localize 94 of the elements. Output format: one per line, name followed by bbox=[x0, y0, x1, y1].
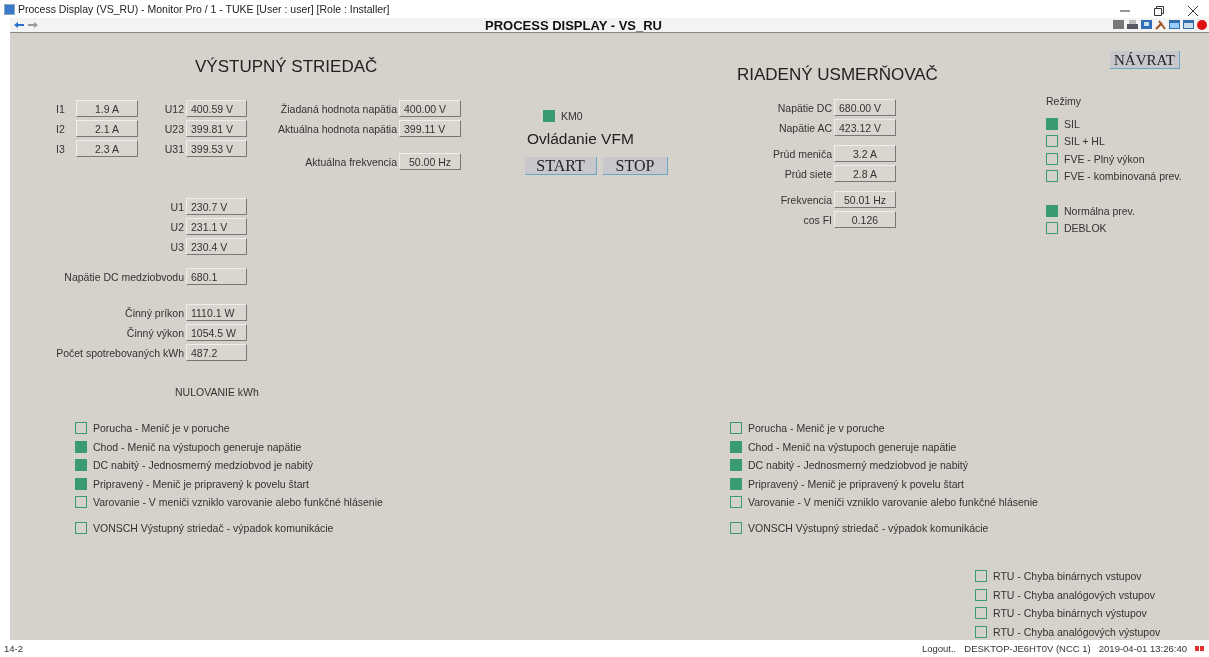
section-title: VÝSTUPNÝ STRIEDAČ bbox=[195, 57, 378, 77]
value-field: 231.1 V bbox=[186, 218, 247, 235]
status-label: RTU - Chyba analógových vstupov bbox=[993, 588, 1156, 601]
status-label: DC nabitý - Jednosmerný medziobvod je nabitý bbox=[748, 459, 969, 472]
logout-link[interactable]: Logout.. bbox=[921, 643, 957, 654]
start-button[interactable]: START bbox=[525, 157, 597, 175]
status-label: Pripravený - Menič je pripravený k povelu štart bbox=[748, 477, 964, 490]
field-label: U12 bbox=[163, 102, 184, 115]
window-title: Process Display (VS_RU) - Monitor Pro / 1 - TUKE [User : user] [Role : Installer] bbox=[18, 3, 390, 15]
modes-title: Režimy bbox=[1046, 95, 1082, 107]
status-text: 14-2 bbox=[4, 643, 23, 654]
control-title: Ovládanie VFM bbox=[527, 130, 634, 148]
value-field: 2.3 A bbox=[76, 140, 138, 157]
forward-arrow-icon[interactable] bbox=[28, 22, 38, 28]
field-label: Činný príkon bbox=[124, 306, 184, 319]
field-label: cos FI bbox=[802, 213, 832, 226]
status-label: DC nabitý - Jednosmerný medziobvod je nabitý bbox=[93, 459, 314, 472]
value-field: 1110.1 W bbox=[186, 304, 247, 321]
mode-label: DEBLOK bbox=[1064, 222, 1107, 235]
status-label: Porucha - Menič je v poruche bbox=[93, 422, 230, 435]
field-label: Prúd meniča bbox=[772, 147, 832, 160]
status-label: VONSCH Výstupný striedač - výpadok komunikácie bbox=[93, 521, 334, 534]
field-label: Napätie DC bbox=[776, 101, 832, 114]
status-label: KM0 bbox=[561, 110, 583, 123]
value-field: 399.53 V bbox=[186, 140, 247, 157]
status-label: Chod - Menič na výstupoch generuje napätie bbox=[748, 440, 957, 453]
field-label: Frekvencia bbox=[779, 193, 832, 206]
mode-label: Normálna prev. bbox=[1064, 204, 1135, 217]
mode-label: FVE - Plný výkon bbox=[1064, 152, 1145, 165]
mode-label: FVE - kombinovaná prev. bbox=[1064, 170, 1182, 183]
status-label: Pripravený - Menič je pripravený k povelu štart bbox=[93, 477, 309, 490]
section-title: RIADENÝ USMERŇOVAČ bbox=[737, 65, 938, 85]
value-field: 50.00 Hz bbox=[399, 153, 461, 170]
value-field: 230.4 V bbox=[186, 238, 247, 255]
reset-link[interactable]: NULOVANIE kWh bbox=[175, 386, 259, 398]
tools-icon[interactable] bbox=[1155, 20, 1166, 30]
alarm-icon bbox=[1195, 645, 1205, 652]
value-field: 3.2 A bbox=[834, 145, 896, 162]
value-field: 680.00 V bbox=[834, 99, 896, 116]
host-name: DESKTOP-JE6HT0V (NCC 1) bbox=[964, 643, 1091, 654]
field-label: U3 bbox=[169, 240, 184, 253]
field-label: U31 bbox=[163, 142, 184, 155]
display-title: PROCESS DISPLAY - VS_RU bbox=[485, 17, 662, 33]
field-label: U23 bbox=[163, 122, 184, 135]
value-field: 487.2 bbox=[186, 344, 247, 361]
back-arrow-icon[interactable] bbox=[14, 22, 24, 28]
stop-button[interactable]: STOP bbox=[603, 157, 668, 175]
field-label: Prúd siete bbox=[783, 167, 832, 180]
field-label: I3 bbox=[56, 142, 66, 155]
mode-label: SIL + HL bbox=[1064, 135, 1105, 148]
field-label: Napätie DC medziobvodu bbox=[63, 270, 184, 283]
field-label: Napätie AC bbox=[777, 121, 832, 134]
value-field: 400.00 V bbox=[399, 100, 461, 117]
field-label: Aktuálna hodnota napätia bbox=[276, 122, 397, 135]
value-field: 1.9 A bbox=[76, 100, 138, 117]
field-label: Činný výkon bbox=[125, 326, 184, 339]
value-field: 399.81 V bbox=[186, 120, 247, 137]
value-field: 2.1 A bbox=[76, 120, 138, 137]
field-label: Počet spotrebovaných kWh bbox=[55, 346, 184, 359]
field-label: I2 bbox=[56, 122, 66, 135]
monitor-icon[interactable] bbox=[1113, 20, 1124, 30]
field-label: U1 bbox=[169, 200, 184, 213]
value-field: 423.12 V bbox=[834, 119, 896, 136]
value-field: 0.126 bbox=[834, 211, 896, 228]
value-field: 399.11 V bbox=[399, 120, 461, 137]
value-field: 230.7 V bbox=[186, 198, 247, 215]
app-icon bbox=[4, 3, 15, 15]
value-field: 2.8 A bbox=[834, 165, 896, 182]
status-label: Varovanie - V meniči vzniklo varovanie alebo funkčné hlásenie bbox=[748, 496, 1038, 509]
date-time: 2019-04-01 13:26:40 bbox=[1098, 643, 1187, 654]
value-field: 680.1 bbox=[186, 268, 247, 285]
status-label: RTU - Chyba binárnych výstupov bbox=[993, 607, 1147, 620]
alarm-icon[interactable] bbox=[1197, 20, 1207, 30]
window-icon[interactable] bbox=[1169, 20, 1180, 30]
status-label: Porucha - Menič je v poruche bbox=[748, 422, 885, 435]
printer-icon[interactable] bbox=[1127, 20, 1138, 30]
return-button[interactable]: NÁVRAT bbox=[1110, 51, 1180, 69]
value-field: 1054.5 W bbox=[186, 324, 247, 341]
window-icon[interactable] bbox=[1183, 20, 1194, 30]
status-label: Chod - Menič na výstupoch generuje napätie bbox=[93, 440, 302, 453]
close-icon[interactable] bbox=[1187, 5, 1199, 17]
field-label: U2 bbox=[169, 220, 184, 233]
field-label: I1 bbox=[56, 102, 66, 115]
screen-icon[interactable] bbox=[1141, 20, 1152, 30]
mode-label: SIL bbox=[1064, 117, 1080, 130]
status-label: VONSCH Výstupný striedač - výpadok komunikácie bbox=[748, 521, 989, 534]
field-label: Aktuálna frekvencia bbox=[304, 155, 397, 168]
status-label: RTU - Chyba binárnych vstupov bbox=[993, 570, 1142, 583]
restore-icon[interactable] bbox=[1153, 5, 1165, 17]
value-field: 50.01 Hz bbox=[834, 191, 896, 208]
status-label: RTU - Chyba analógových výstupov bbox=[993, 625, 1161, 638]
value-field: 400.59 V bbox=[186, 100, 247, 117]
field-label: Žiadaná hodnota napätia bbox=[279, 102, 397, 115]
status-label: Varovanie - V meniči vzniklo varovanie alebo funkčné hlásenie bbox=[93, 496, 383, 509]
